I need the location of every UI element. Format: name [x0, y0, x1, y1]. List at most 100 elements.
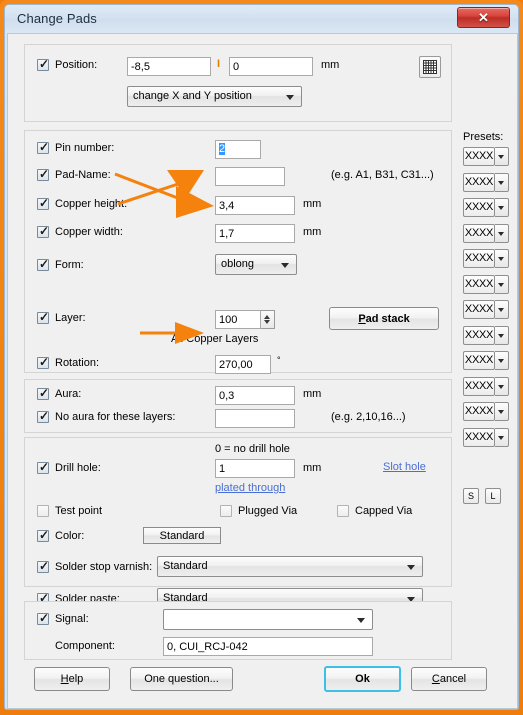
- preset-value-8[interactable]: XXXX: [463, 325, 495, 345]
- preset-dropdown-5[interactable]: [495, 249, 509, 268]
- preset-value-9[interactable]: XXXX: [463, 351, 495, 370]
- aura-input[interactable]: [215, 386, 295, 405]
- drill-hole-input[interactable]: [215, 459, 295, 478]
- one-question-label: One question...: [144, 673, 219, 685]
- preset-dropdown-3[interactable]: [495, 198, 509, 217]
- signal-label: Signal:: [55, 613, 89, 625]
- form-label: Form:: [55, 259, 84, 271]
- preset-value-12[interactable]: XXXX: [463, 427, 495, 447]
- dialog-inner-frame: Change Pads ✕ ✓ Position: I mm: [4, 4, 519, 710]
- preset-row-4[interactable]: XXXX: [463, 223, 509, 243]
- layer-spinner[interactable]: [261, 310, 275, 329]
- chevron-down-icon: [357, 618, 365, 623]
- preset-value-7[interactable]: XXXX: [463, 300, 495, 319]
- aura-checkbox[interactable]: ✓: [37, 387, 49, 400]
- check-icon: ✓: [39, 559, 50, 573]
- presets-load-button[interactable]: L: [485, 488, 501, 504]
- chevron-down-icon: [498, 384, 504, 389]
- pad-name-checkbox[interactable]: ✓: [37, 168, 49, 181]
- preset-row-10[interactable]: XXXX: [463, 376, 509, 396]
- preset-value-6[interactable]: XXXX: [463, 274, 495, 294]
- preset-row-9[interactable]: XXXX: [463, 351, 509, 370]
- spinner-up-icon[interactable]: [264, 315, 270, 319]
- preset-row-7[interactable]: XXXX: [463, 300, 509, 319]
- copper-height-input[interactable]: [215, 196, 295, 215]
- preset-row-12[interactable]: XXXX: [463, 427, 509, 447]
- slot-hole-link[interactable]: Slot hole: [383, 461, 426, 473]
- color-standard-button[interactable]: Standard: [143, 527, 221, 544]
- color-checkbox[interactable]: ✓: [37, 529, 49, 542]
- pad-name-hint: (e.g. A1, B31, C31...): [331, 169, 434, 181]
- preset-dropdown-1[interactable]: [495, 147, 509, 166]
- solder-stop-select[interactable]: Standard: [157, 556, 423, 577]
- form-checkbox[interactable]: ✓: [37, 258, 49, 271]
- chevron-down-icon: [498, 180, 504, 185]
- preset-row-2[interactable]: XXXX: [463, 172, 509, 192]
- signal-checkbox[interactable]: ✓: [37, 612, 49, 625]
- preset-dropdown-7[interactable]: [495, 300, 509, 319]
- preset-value-10[interactable]: XXXX: [463, 376, 495, 396]
- close-button[interactable]: ✕: [457, 7, 510, 28]
- grid-icon: [423, 60, 437, 74]
- preset-dropdown-12[interactable]: [495, 427, 509, 447]
- position-y-input[interactable]: [229, 57, 313, 76]
- pin-number-input[interactable]: 2: [215, 140, 261, 159]
- copper-width-checkbox[interactable]: ✓: [37, 225, 49, 238]
- pad-name-label: Pad-Name:: [55, 169, 111, 181]
- close-icon: ✕: [478, 9, 489, 25]
- preset-dropdown-10[interactable]: [495, 376, 509, 396]
- pin-number-checkbox[interactable]: ✓: [37, 141, 49, 154]
- position-mode-select[interactable]: change X and Y position: [127, 86, 302, 107]
- copper-width-input[interactable]: [215, 224, 295, 243]
- one-question-button[interactable]: One question...: [130, 667, 233, 691]
- grid-icon-button[interactable]: [419, 56, 441, 78]
- solder-stop-checkbox[interactable]: ✓: [37, 559, 50, 573]
- preset-row-3[interactable]: XXXX: [463, 198, 509, 217]
- plated-through-link[interactable]: plated through: [215, 482, 285, 494]
- ok-button[interactable]: Ok: [324, 666, 401, 692]
- preset-value-4[interactable]: XXXX: [463, 223, 495, 243]
- preset-dropdown-8[interactable]: [495, 325, 509, 345]
- signal-select[interactable]: [163, 609, 373, 630]
- preset-value-3[interactable]: XXXX: [463, 198, 495, 217]
- preset-row-6[interactable]: XXXX: [463, 274, 509, 294]
- help-button[interactable]: Help: [34, 667, 110, 691]
- layer-checkbox[interactable]: ✓: [37, 311, 49, 324]
- layer-input[interactable]: [215, 310, 261, 329]
- pad-name-input[interactable]: [215, 167, 285, 186]
- position-checkbox[interactable]: ✓: [37, 58, 49, 71]
- copper-height-checkbox[interactable]: ✓: [37, 197, 49, 210]
- preset-row-8[interactable]: XXXX: [463, 325, 509, 345]
- cancel-button[interactable]: Cancel: [411, 667, 487, 691]
- preset-dropdown-2[interactable]: [495, 172, 509, 192]
- preset-dropdown-4[interactable]: [495, 223, 509, 243]
- drill-hole-checkbox[interactable]: ✓: [37, 461, 49, 474]
- presets-load-label: L: [490, 491, 496, 501]
- preset-row-5[interactable]: XXXX: [463, 249, 509, 268]
- preset-value-5[interactable]: XXXX: [463, 249, 495, 268]
- position-x-input[interactable]: [127, 57, 211, 76]
- preset-row-1[interactable]: XXXX: [463, 147, 509, 166]
- no-aura-checkbox[interactable]: ✓: [37, 410, 49, 423]
- preset-dropdown-9[interactable]: [495, 351, 509, 370]
- capped-via-label: Capped Via: [355, 505, 413, 517]
- preset-dropdown-11[interactable]: [495, 402, 509, 421]
- chevron-down-icon: [498, 282, 504, 287]
- rotation-input[interactable]: [215, 355, 271, 374]
- plugged-via-checkbox[interactable]: [220, 505, 232, 517]
- pad-stack-button[interactable]: Pad stack: [329, 307, 439, 330]
- copper-width-unit: mm: [303, 226, 322, 238]
- preset-value-2[interactable]: XXXX: [463, 172, 495, 192]
- form-select[interactable]: oblong: [215, 254, 297, 275]
- test-point-checkbox[interactable]: [37, 505, 49, 517]
- no-aura-input[interactable]: [215, 409, 295, 428]
- capped-via-checkbox[interactable]: [337, 505, 349, 517]
- rotation-checkbox[interactable]: ✓: [37, 356, 49, 369]
- component-input[interactable]: [163, 637, 373, 656]
- spinner-down-icon[interactable]: [264, 320, 270, 324]
- preset-dropdown-6[interactable]: [495, 274, 509, 294]
- preset-value-1[interactable]: XXXX: [463, 147, 495, 166]
- presets-save-button[interactable]: S: [463, 488, 479, 504]
- preset-row-11[interactable]: XXXX: [463, 402, 509, 421]
- preset-value-11[interactable]: XXXX: [463, 402, 495, 421]
